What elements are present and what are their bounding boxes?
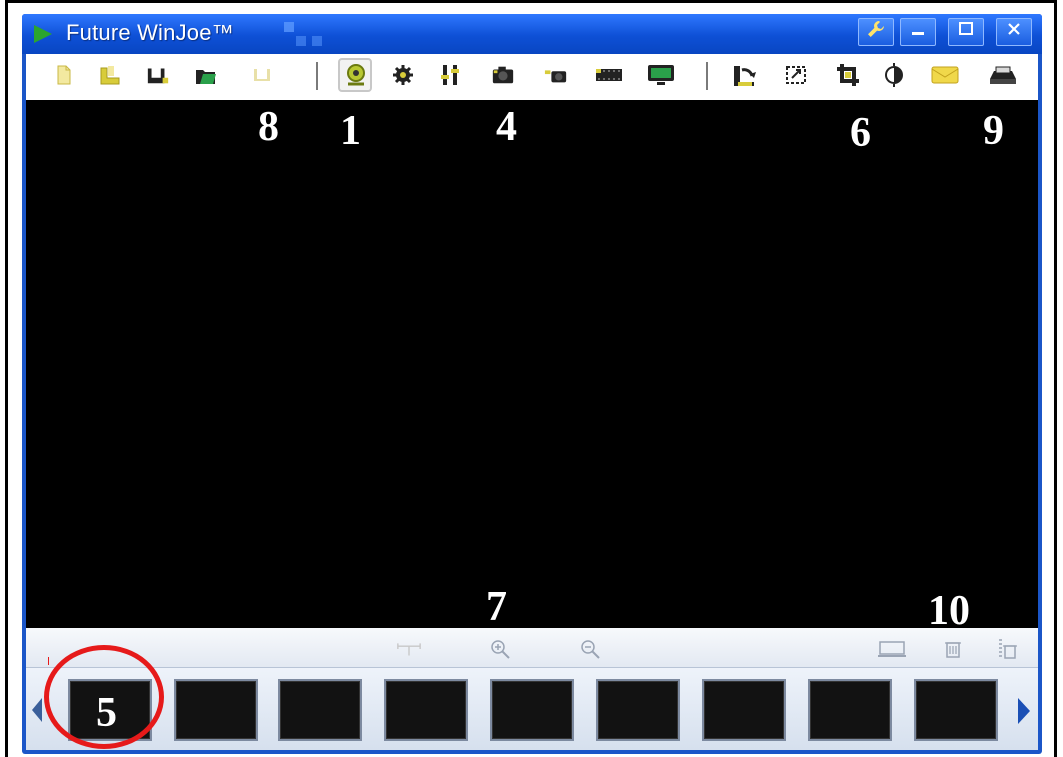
thumbnail-slot[interactable] bbox=[490, 679, 574, 741]
highlight-circle bbox=[44, 645, 164, 749]
wrench-icon bbox=[866, 21, 886, 44]
adjust-sliders-icon[interactable] bbox=[438, 64, 462, 86]
minimize-button[interactable] bbox=[900, 18, 936, 46]
title-decoration bbox=[312, 36, 322, 46]
brightness-icon[interactable] bbox=[882, 63, 906, 87]
save-icon-disabled bbox=[250, 64, 274, 86]
callout-number: 4 bbox=[496, 104, 517, 150]
callout-number: 1 bbox=[340, 108, 361, 154]
app-logo-icon bbox=[34, 25, 52, 43]
thumbnail-slot[interactable] bbox=[808, 679, 892, 741]
toolbar-separator bbox=[706, 62, 708, 90]
thumbnail-slot[interactable] bbox=[702, 679, 786, 741]
envelope-icon[interactable] bbox=[930, 64, 960, 86]
maximize-button[interactable] bbox=[948, 18, 984, 46]
callout-number: 10 bbox=[928, 588, 970, 634]
delete-icon[interactable] bbox=[940, 638, 966, 660]
save-as-icon[interactable] bbox=[146, 64, 170, 86]
minimize-icon bbox=[909, 21, 927, 43]
callout-number: 9 bbox=[983, 108, 1004, 154]
window-title: Future WinJoe™ bbox=[66, 20, 234, 45]
close-icon bbox=[1005, 21, 1023, 43]
preview-controls-bar bbox=[26, 628, 1038, 668]
title-decoration bbox=[296, 36, 306, 46]
tools-button[interactable] bbox=[858, 18, 894, 46]
settings-gear-icon[interactable] bbox=[391, 64, 415, 86]
burst-camera-icon[interactable] bbox=[544, 64, 568, 86]
monitor-icon[interactable] bbox=[646, 64, 676, 86]
video-record-icon[interactable] bbox=[594, 64, 624, 86]
title-bar[interactable]: Future WinJoe™ bbox=[22, 14, 1042, 54]
fit-window-icon[interactable] bbox=[784, 64, 808, 86]
main-toolbar bbox=[26, 54, 1038, 100]
thumbnail-strip bbox=[26, 668, 1038, 750]
callout-number: 7 bbox=[486, 584, 507, 630]
delete-all-icon[interactable] bbox=[994, 638, 1020, 660]
new-file-icon[interactable] bbox=[52, 64, 76, 86]
maximize-icon bbox=[957, 21, 975, 43]
open-file-icon[interactable] bbox=[98, 64, 122, 86]
zoom-out-icon[interactable] bbox=[578, 638, 604, 660]
highlight-mark bbox=[48, 657, 49, 665]
thumbnail-slot[interactable] bbox=[596, 679, 680, 741]
export-icon[interactable] bbox=[988, 64, 1018, 86]
thumbnail-slot[interactable] bbox=[384, 679, 468, 741]
thumbnail-slot[interactable] bbox=[174, 679, 258, 741]
scroll-right-arrow-icon[interactable] bbox=[1018, 698, 1030, 724]
title-decoration bbox=[284, 22, 294, 32]
callout-number: 8 bbox=[258, 104, 279, 150]
measure-icon[interactable] bbox=[396, 638, 422, 660]
crop-icon[interactable] bbox=[834, 64, 862, 86]
scroll-left-arrow-icon[interactable] bbox=[32, 698, 42, 722]
fullscreen-icon[interactable] bbox=[876, 638, 908, 660]
thumbnail-slot[interactable] bbox=[278, 679, 362, 741]
webcam-icon[interactable] bbox=[338, 58, 372, 92]
snapshot-camera-icon[interactable] bbox=[491, 64, 515, 86]
app-window: Future WinJoe™ bbox=[22, 14, 1042, 754]
open-folder-icon[interactable] bbox=[194, 64, 218, 86]
rotate-icon[interactable] bbox=[730, 64, 758, 86]
toolbar-separator bbox=[316, 62, 318, 90]
close-button[interactable] bbox=[996, 18, 1032, 46]
callout-number: 6 bbox=[850, 110, 871, 156]
thumbnail-slot[interactable] bbox=[914, 679, 998, 741]
video-preview-area[interactable] bbox=[26, 100, 1038, 628]
zoom-in-icon[interactable] bbox=[488, 638, 514, 660]
